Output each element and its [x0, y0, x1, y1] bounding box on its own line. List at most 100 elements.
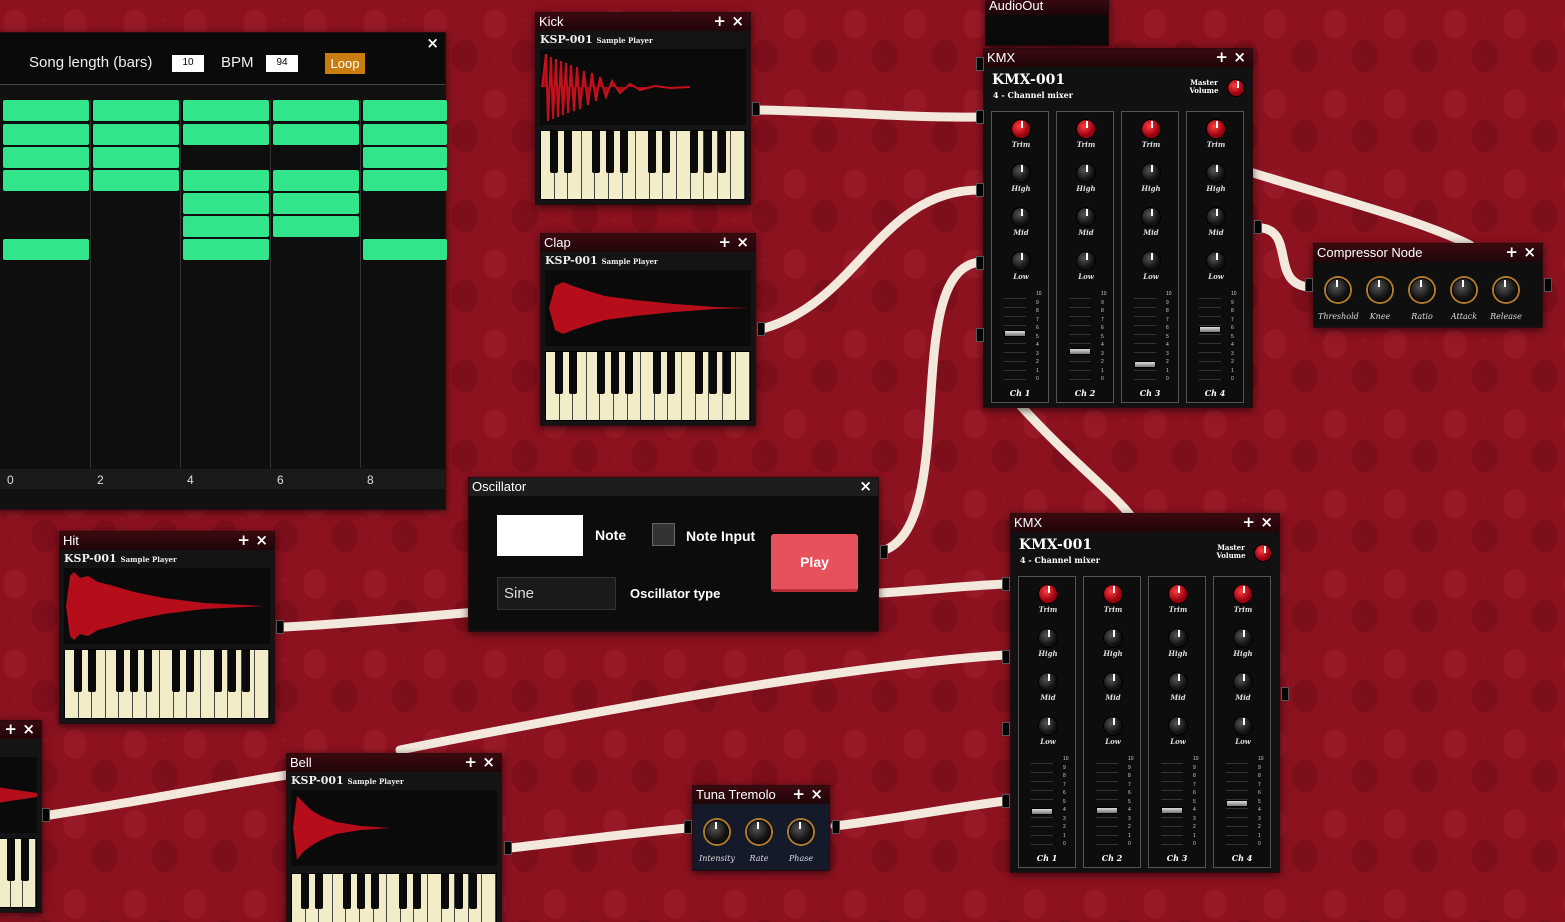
mid-knob[interactable]: [1206, 207, 1226, 227]
clap-close-button[interactable]: ×: [736, 234, 749, 251]
hit-titlebar[interactable]: Hit + ×: [60, 532, 274, 550]
kmx-top-titlebar[interactable]: KMX + ×: [984, 49, 1252, 67]
oscillator-type-select[interactable]: Sine: [497, 577, 616, 610]
bell-output-port[interactable]: [504, 841, 512, 855]
knee-knob[interactable]: [1368, 278, 1392, 302]
channel-fader[interactable]: [1226, 755, 1248, 851]
play-button[interactable]: Play: [771, 534, 858, 592]
mid-knob[interactable]: [1168, 672, 1188, 692]
kick-output-port[interactable]: [752, 102, 760, 116]
grid-cell[interactable]: [3, 239, 89, 260]
partial-add-button[interactable]: +: [4, 721, 17, 738]
low-knob[interactable]: [1168, 716, 1188, 736]
compressor-output-port[interactable]: [1544, 278, 1552, 292]
trim-knob[interactable]: [1038, 584, 1058, 604]
high-knob[interactable]: [1038, 628, 1058, 648]
bpm-input[interactable]: 94: [266, 55, 298, 72]
kmx-top-input-4[interactable]: [976, 328, 984, 342]
release-knob[interactable]: [1494, 278, 1518, 302]
high-knob[interactable]: [1103, 628, 1123, 648]
compressor-titlebar[interactable]: Compressor Node + ×: [1314, 244, 1542, 262]
grid-cell[interactable]: [3, 170, 89, 191]
tremolo-add-button[interactable]: +: [792, 786, 805, 803]
high-knob[interactable]: [1233, 628, 1253, 648]
compressor-input-port[interactable]: [1305, 278, 1313, 292]
audio-out-titlebar[interactable]: AudioOut: [986, 0, 1108, 15]
grid-cell[interactable]: [93, 100, 179, 121]
fader-handle[interactable]: [1226, 800, 1248, 807]
attack-knob[interactable]: [1452, 278, 1476, 302]
grid-cell[interactable]: [183, 170, 269, 191]
compressor-close-button[interactable]: ×: [1523, 244, 1536, 261]
high-knob[interactable]: [1076, 163, 1096, 183]
kmx-bottom-add-button[interactable]: +: [1242, 514, 1255, 531]
channel-fader[interactable]: [1161, 755, 1183, 851]
partial-keyboard[interactable]: [0, 838, 37, 908]
grid-cell[interactable]: [3, 147, 89, 168]
grid-cell[interactable]: [363, 239, 447, 260]
song-length-input[interactable]: 10: [172, 55, 204, 72]
high-knob[interactable]: [1168, 628, 1188, 648]
kmx-bottom-input-4[interactable]: [1002, 794, 1010, 808]
intensity-knob[interactable]: [705, 820, 729, 844]
trim-knob[interactable]: [1168, 584, 1188, 604]
low-knob[interactable]: [1233, 716, 1253, 736]
grid-cell[interactable]: [93, 170, 179, 191]
fader-handle[interactable]: [1031, 808, 1053, 815]
kmx-bottom-titlebar[interactable]: KMX + ×: [1011, 514, 1279, 532]
grid-cell[interactable]: [363, 147, 447, 168]
grid-cell[interactable]: [363, 170, 447, 191]
channel-fader[interactable]: [1199, 290, 1221, 386]
grid-cell[interactable]: [273, 124, 359, 145]
kmx-bottom-output-port[interactable]: [1281, 687, 1289, 701]
kmx-top-input-3[interactable]: [976, 256, 984, 270]
bell-sampler-window[interactable]: Bell + × KSP-001 Sample Player: [286, 753, 502, 922]
kmx-top-input-1[interactable]: [976, 110, 984, 124]
grid-cell[interactable]: [273, 216, 359, 237]
hit-add-button[interactable]: +: [237, 532, 250, 549]
low-knob[interactable]: [1103, 716, 1123, 736]
trim-knob[interactable]: [1206, 119, 1226, 139]
high-knob[interactable]: [1141, 163, 1161, 183]
grid-cell[interactable]: [363, 124, 447, 145]
grid-cell[interactable]: [183, 216, 269, 237]
tremolo-input-port[interactable]: [684, 820, 692, 834]
grid-cell[interactable]: [183, 239, 269, 260]
tremolo-output-port[interactable]: [832, 820, 840, 834]
grid-cell[interactable]: [93, 147, 179, 168]
compressor-window[interactable]: Compressor Node + × Threshold Knee Ratio At…: [1313, 243, 1543, 328]
trim-knob[interactable]: [1233, 584, 1253, 604]
mid-knob[interactable]: [1076, 207, 1096, 227]
kick-titlebar[interactable]: Kick + ×: [536, 13, 750, 31]
grid-cell[interactable]: [3, 100, 89, 121]
bell-add-button[interactable]: +: [464, 754, 477, 771]
fader-handle[interactable]: [1096, 807, 1118, 814]
kick-sampler-window[interactable]: Kick + × KSP-001 Sample Player: [535, 12, 751, 205]
low-knob[interactable]: [1141, 251, 1161, 271]
kmx-top-master-volume-knob[interactable]: [1227, 79, 1245, 97]
low-knob[interactable]: [1076, 251, 1096, 271]
channel-fader[interactable]: [1031, 755, 1053, 851]
channel-fader[interactable]: [1096, 755, 1118, 851]
grid-cell[interactable]: [183, 193, 269, 214]
partial-close-button[interactable]: ×: [22, 721, 35, 738]
note-input[interactable]: [497, 515, 583, 556]
trim-knob[interactable]: [1103, 584, 1123, 604]
kmx-top-output-port[interactable]: [1254, 220, 1262, 234]
kmx-bottom-input-3[interactable]: [1002, 722, 1010, 736]
kick-keyboard[interactable]: [540, 130, 746, 200]
high-knob[interactable]: [1206, 163, 1226, 183]
grid-cell[interactable]: [3, 124, 89, 145]
tremolo-close-button[interactable]: ×: [810, 786, 823, 803]
phase-knob[interactable]: [789, 820, 813, 844]
hit-keyboard[interactable]: [64, 649, 270, 719]
kmx-top-audio-link[interactable]: [976, 57, 984, 71]
grid-cell[interactable]: [273, 100, 359, 121]
sequencer-close-button[interactable]: ×: [426, 35, 439, 52]
note-input-checkbox[interactable]: [652, 523, 675, 546]
kmx-bottom-input-1[interactable]: [1002, 577, 1010, 591]
kmx-top-window[interactable]: KMX + × KMX-001 4 - Channel mixer Master…: [983, 48, 1253, 408]
channel-fader[interactable]: [1004, 290, 1026, 386]
kmx-bottom-input-2[interactable]: [1002, 650, 1010, 664]
trim-knob[interactable]: [1011, 119, 1031, 139]
